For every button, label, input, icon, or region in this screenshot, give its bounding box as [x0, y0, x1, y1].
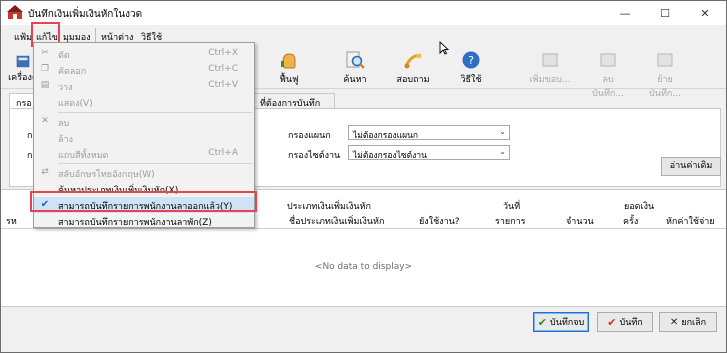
menu-copy-shortcut: Ctrl+C [208, 64, 238, 74]
app-window: บันทึกเงินเพิ่มเงินหักในงวด — ☐ ✕ แฟ้ม แ… [0, 0, 727, 353]
dept-filter-select[interactable]: ไม่ต้องกรองแผนก ⌄ [348, 125, 510, 141]
check-icon: ✔ [607, 315, 617, 329]
close-button[interactable]: ✕ [685, 1, 725, 25]
delete-x-icon: ✕ [41, 116, 49, 126]
toolbar-help-label: วิธีใช้ [460, 75, 482, 85]
save-button[interactable]: ✔ บันทึก [597, 312, 653, 332]
menu-delete[interactable]: ✕ ลบ [34, 114, 254, 130]
grid-header-times[interactable]: ครั้ง [623, 214, 638, 228]
swap-icon: ⇄ [41, 167, 49, 177]
toolbar-add-button[interactable]: เพิ่มขอบ... [529, 47, 571, 87]
menu-separator [58, 112, 252, 113]
work-filter-value: ไม่ต้องกรองไซต์งาน [353, 151, 427, 161]
grid-header-type-name[interactable]: ชื่อประเภทเงินเพิ่มเงินหัก [289, 214, 384, 228]
menu-select-all[interactable]: แถบสีทั้งหมด Ctrl+A [34, 146, 254, 162]
menu-cut-shortcut: Ctrl+X [208, 48, 238, 58]
menu-delete-label: ลบ [58, 119, 70, 129]
toolbar-inquiry-button[interactable]: สอบถาม [393, 47, 433, 87]
delete-record-icon [600, 53, 616, 67]
svg-text:?: ? [468, 54, 474, 67]
grid-header-qty[interactable]: จำนวน [566, 214, 594, 228]
calculator-icon [16, 55, 30, 68]
cancel-label: ยกเลิก [681, 318, 707, 328]
work-filter-select[interactable]: ไม่ต้องกรองไซต์งาน ⌄ [348, 145, 510, 161]
grid-header-deduct[interactable]: หักค่าใช้จ่าย [666, 214, 715, 228]
copy-icon: ❐ [40, 64, 50, 74]
check-icon: ✔ [537, 315, 547, 329]
grid-header-in-use[interactable]: ยังใช้งาน? [419, 214, 460, 228]
toolbar-move-button[interactable]: ย้ายบันทึก... [643, 47, 687, 99]
no-data-message: <No data to display> [314, 262, 413, 272]
app-house-icon [7, 5, 23, 19]
minimize-button[interactable]: — [605, 1, 645, 25]
menu-clear[interactable]: ล้าง [34, 130, 254, 146]
menu-file[interactable]: แฟ้ม [14, 30, 32, 44]
menu-paste[interactable]: ▤ วาง Ctrl+V [34, 78, 254, 94]
grid-header-item[interactable]: รายการ [495, 214, 526, 228]
menu-separator [95, 28, 96, 43]
toolbar-inquiry-label: สอบถาม [396, 75, 430, 85]
paste-icon: ▤ [40, 80, 50, 90]
menu-paste-shortcut: Ctrl+V [208, 80, 238, 90]
toolbar-help-button[interactable]: ? วิธีใช้ [453, 47, 489, 87]
menu-swap-language[interactable]: ⇄ สลับอักษรไทยอังกฤษ(W) [34, 165, 254, 181]
toolbar-search-button[interactable]: ค้นหา [335, 47, 375, 87]
chevron-down-icon: ⌄ [499, 147, 506, 156]
move-record-icon [657, 53, 673, 67]
search-icon [346, 51, 365, 69]
window-title: บันทึกเงินเพิ่มเงินหักในงวด [28, 9, 143, 20]
menu-show-label: แสดง(V) [58, 99, 93, 109]
menu-show[interactable]: แสดง(V) [34, 94, 254, 110]
cancel-button[interactable]: ✕ ยกเลิก [659, 312, 717, 332]
toolbar-refresh-label: ฟื้นฟู [279, 75, 299, 85]
work-filter-label: กรองไซต์งาน [288, 151, 341, 161]
grid-header-code[interactable]: รห [6, 214, 17, 228]
toolbar-add-label: เพิ่มขอบ... [529, 75, 571, 85]
selected-item-highlight [30, 191, 257, 212]
menu-paste-label: วาง [58, 83, 73, 93]
dept-filter-value: ไม่ต้องกรองแผนก [353, 131, 419, 141]
grid-header-type-group: ประเภทเงินเพิ่มเงินหัก [287, 202, 371, 212]
menu-cut[interactable]: ✂ ตัด Ctrl+X [34, 46, 254, 62]
grid-header-day: วันที่ [503, 202, 521, 212]
chevron-down-icon: ⌄ [499, 127, 506, 136]
menu-clear-label: ล้าง [58, 135, 73, 145]
menu-allow-on-leave[interactable]: สามารถบันทึกรายการพนักงานลาพัก(Z) [34, 213, 254, 229]
mouse-cursor-icon [439, 41, 449, 55]
inquiry-icon [404, 53, 422, 69]
menu-swap-language-label: สลับอักษรไทยอังกฤษ(W) [58, 170, 155, 180]
tab-record[interactable]: ที่ต้องการบันทึก [253, 93, 335, 109]
save-close-label: บันทึกจบ [549, 318, 585, 328]
toolbar-delete-button[interactable]: ลบบันทึก... [587, 47, 629, 99]
toolbar-search-label: ค้นหา [343, 75, 367, 85]
menu-select-all-shortcut: Ctrl+A [208, 148, 238, 158]
maximize-button[interactable]: ☐ [645, 1, 685, 25]
add-record-icon [542, 53, 558, 67]
menu-allow-on-leave-label: สามารถบันทึกรายการพนักงานลาพัก(Z) [58, 218, 212, 228]
read-previous-button[interactable]: อ่านค่าเดิม [661, 157, 721, 176]
toolbar-refresh-button[interactable]: ฟื้นฟู [271, 47, 307, 87]
menu-cut-label: ตัด [58, 51, 70, 61]
title-bar: บันทึกเงินเพิ่มเงินหักในงวด — ☐ ✕ [1, 1, 726, 25]
refresh-hand-icon [281, 53, 296, 69]
menu-copy-label: คัดลอก [58, 67, 87, 77]
menu-select-all-label: แถบสีทั้งหมด [58, 151, 109, 161]
save-label: บันทึก [619, 318, 643, 328]
close-x-icon: ✕ [669, 316, 679, 328]
dept-filter-label: กรองแผนก [288, 131, 331, 141]
help-question-icon: ? [462, 51, 480, 69]
scissors-icon: ✂ [41, 48, 49, 58]
menu-copy[interactable]: ❐ คัดลอก Ctrl+C [34, 62, 254, 78]
grid-header-amount-group: ยอดเงิน [624, 202, 655, 212]
menu-separator [58, 163, 252, 164]
save-close-button[interactable]: ✔ บันทึกจบ [533, 312, 589, 332]
